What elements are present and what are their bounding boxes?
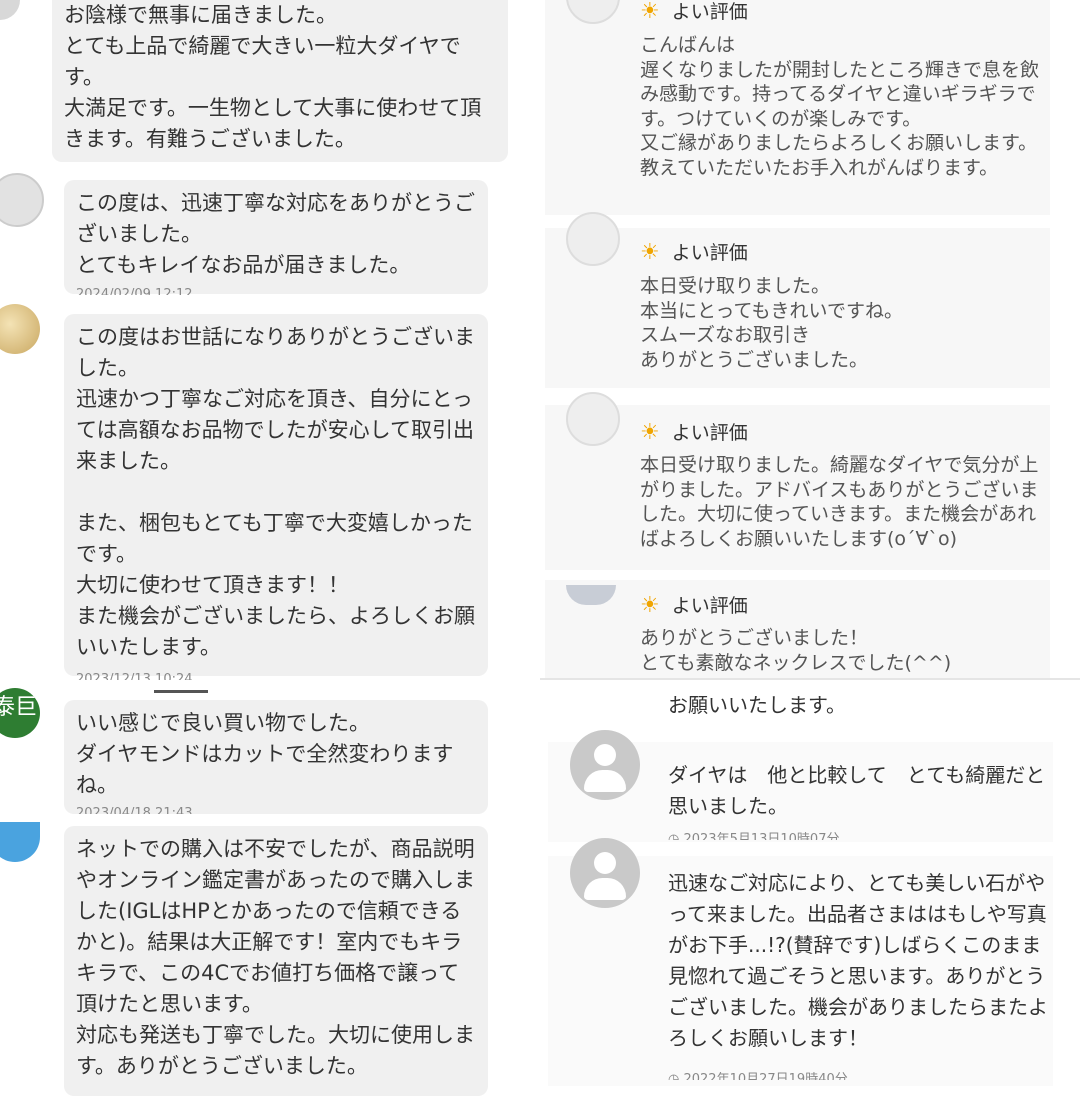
rating-text: よい評価 [671,595,748,617]
avatar [566,392,620,446]
sun-icon: ☀ [640,0,660,24]
rating-label: ☀ よい評価 [640,418,748,445]
rating-text: よい評価 [671,1,748,23]
review-text: お願いいたします。 [668,693,846,717]
avatar [0,173,44,227]
review-text-block: こんばんは 遅くなりましたが開封したところ輝きで息を飲み感動です。持ってるダイヤ… [640,33,1040,180]
review-bubble: いい感じで良い買い物でした。 ダイヤモンドはカットで全然変わりますね。 [64,700,488,814]
review-text: いい感じで良い買い物でした。 ダイヤモンドはカットで全然変わりますね。 [76,711,454,797]
review-timestamp: ◷ 2022年10月27日19時40分 [668,1072,848,1080]
timestamp-text: 2022年10月27日19時40分 [683,1072,848,1080]
review-text: 本日受け取りました。綺麗なダイヤで気分が上がりました。アドバイスもありがとうござ… [640,454,1039,550]
review-bubble: ネットでの購入は不安でしたが、商品説明やオンライン鑑定書があったので購入しました… [64,826,488,1096]
review-text: この度は、迅速丁寧な対応をありがとうございました。 とてもキレイなお品が届きまし… [76,191,475,277]
review-text: ダイヤは 他と比較して とても綺麗だと思いました。 [668,763,1046,818]
review-text-block: 本日受け取りました。綺麗なダイヤで気分が上がりました。アドバイスもありがとうござ… [640,453,1045,551]
review-bubble: この度は、迅速丁寧な対応をありがとうございました。 とてもキレイなお品が届きまし… [64,180,488,294]
rating-label: ☀ よい評価 [640,238,748,265]
review-text: 本日受け取りました。 本当にとってもきれいですね。 スムーズなお取引き ありがと… [640,275,903,371]
review-timestamp: 2023/12/13 10:24 [76,672,193,680]
avatar [0,304,40,354]
timestamp-text: 2023年5月13日10時07分 [683,832,840,840]
rating-label: ☀ よい評価 [640,591,748,618]
review-timestamp: ◷ 2023年5月13日10時07分 [668,832,839,840]
review-text-block: ダイヤは 他と比較して とても綺麗だと思いました。 [668,760,1053,822]
rating-text: よい評価 [671,242,748,264]
clock-icon: ◷ [668,832,680,840]
review-fragment: お願いいたします。 [668,690,846,721]
review-text: この度はお世話になりありがとうございました。 迅速かつ丁寧なご対応を頂き、自分に… [76,325,475,659]
sun-icon: ☀ [640,240,660,265]
avatar-text: 泰巨 [0,695,37,720]
review-timestamp: 2024/02/09 12:12 [76,287,193,295]
sun-icon: ☀ [640,593,660,618]
review-text: こんばんは 遅くなりましたが開封したところ輝きで息を飲み感動です。持ってるダイヤ… [640,34,1040,179]
review-text: お陰様で無事に届きました。 とても上品で綺麗で大きい一粒大ダイヤです。 大満足で… [64,3,482,151]
sun-icon: ☀ [640,420,660,445]
review-text-block: ありがとうございました！ とても素敵なネックレスでした(^^) [640,626,1040,675]
review-bubble: この度はお世話になりありがとうございました。 迅速かつ丁寧なご対応を頂き、自分に… [64,314,488,676]
review-text: ありがとうございました！ とても素敵なネックレスでした(^^) [640,627,952,674]
clock-icon: ◷ [668,1072,680,1080]
divider [154,690,208,693]
review-text-block: 迅速なご対応により、とても美しい石がやって来ました。出品者さまははもしや写真がお… [668,868,1053,1054]
section-divider [540,678,1080,680]
review-text: ネットでの購入は不安でしたが、商品説明やオンライン鑑定書があったので購入しました… [76,837,475,1078]
avatar [566,212,620,266]
avatar [0,822,40,862]
review-bubble: お陰様で無事に届きました。 とても上品で綺麗で大きい一粒大ダイヤです。 大満足で… [52,0,508,162]
rating-text: よい評価 [671,422,748,444]
review-text-block: 本日受け取りました。 本当にとってもきれいですね。 スムーズなお取引き ありがと… [640,274,1040,372]
avatar: 泰巨 [0,688,40,738]
review-timestamp: 2023/04/18 21:43 [76,806,193,814]
user-avatar-icon [570,838,640,908]
avatar [0,0,20,20]
user-avatar-icon [570,730,640,800]
review-text: 迅速なご対応により、とても美しい石がやって来ました。出品者さまははもしや写真がお… [668,871,1048,1050]
rating-label: ☀ よい評価 [640,0,748,24]
